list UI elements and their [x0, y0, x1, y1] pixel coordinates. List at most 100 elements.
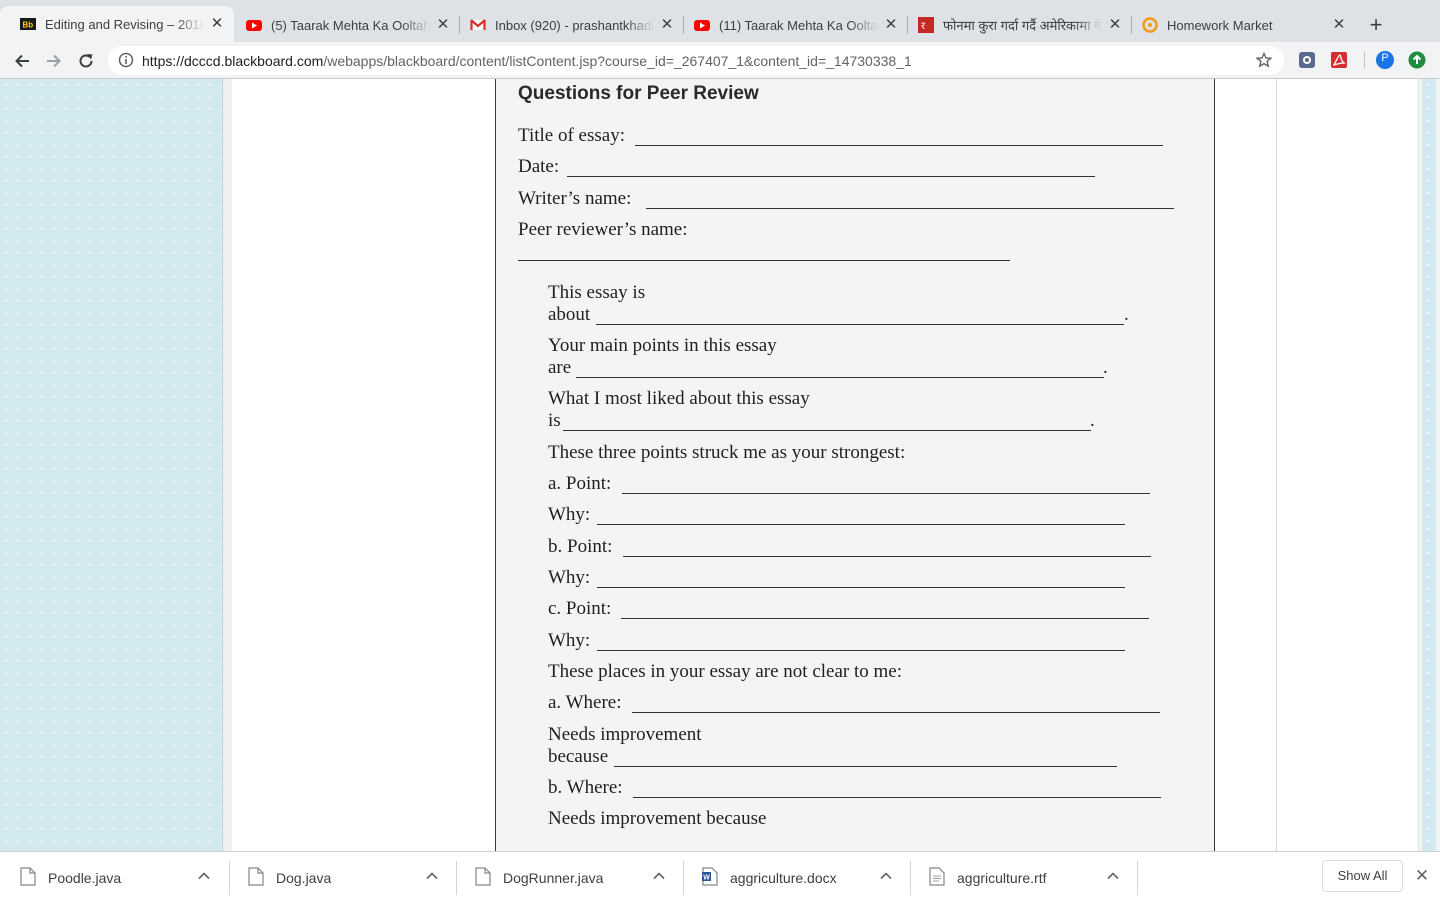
gmail-icon [470, 17, 486, 33]
back-button[interactable] [9, 48, 35, 74]
prompt-essay-about-line2: about [548, 304, 591, 325]
blank-line [646, 208, 1174, 209]
scrollbar[interactable] [1418, 79, 1440, 851]
period: . [1124, 304, 1129, 325]
field-writers-name: Writer’s name: [518, 188, 632, 209]
show-all-downloads-button[interactable]: Show All [1322, 860, 1403, 892]
address-bar[interactable]: https://dcccd.blackboard.com/webapps/bla… [108, 46, 1284, 75]
tab-title: (5) Taarak Mehta Ka Ooltah Chashmah [271, 17, 430, 33]
prompt-essay-about-line1: This essay is [548, 282, 646, 303]
tab-homework-market[interactable]: Homework Market ✕ [1122, 8, 1356, 42]
blank-line [614, 766, 1117, 767]
blank-line [635, 145, 1163, 146]
period: . [1103, 357, 1108, 378]
blank-line [597, 587, 1125, 588]
field-needs-improvement-a-line1: Needs improvement [548, 724, 702, 745]
field-why-a: Why: [548, 504, 591, 525]
tab-nepali-news[interactable]: र फोनमा कुरा गर्दा गर्दै अमेरिकामा नेपाल… [898, 8, 1132, 42]
forward-arrow-icon [47, 54, 61, 68]
field-where-a: a. Where: [548, 692, 622, 713]
content-left-edge [222, 79, 232, 851]
new-tab-button[interactable]: + [1362, 12, 1390, 40]
tab-taarak-mehta-1[interactable]: (5) Taarak Mehta Ka Ooltah Chashmah ✕ [226, 8, 460, 42]
reload-button[interactable] [73, 48, 99, 74]
adobe-acrobat-icon[interactable] [1330, 51, 1348, 69]
update-available-icon[interactable] [1408, 51, 1426, 69]
tab-title: Inbox (920) - prashantkhadka [495, 17, 654, 33]
page-viewport: Questions for Peer Review Title of essay… [0, 79, 1440, 851]
url-text[interactable]: https://dcccd.blackboard.com/webapps/bla… [142, 53, 912, 69]
download-shelf: Poodle.java Dog.java DogRunner.java W ag… [0, 851, 1440, 900]
download-item[interactable]: Dog.java [228, 852, 455, 900]
download-filename: Poodle.java [48, 870, 122, 886]
content-right-border [1276, 79, 1277, 851]
chevron-up-icon[interactable] [1105, 868, 1121, 884]
file-icon [20, 867, 36, 886]
file-icon [475, 867, 491, 886]
browser-toolbar: https://dcccd.blackboard.com/webapps/bla… [0, 42, 1440, 79]
tab-gmail-inbox[interactable]: Inbox (920) - prashantkhadka ✕ [450, 8, 684, 42]
file-icon [248, 867, 264, 886]
blank-line [621, 618, 1149, 619]
blank-line [597, 650, 1125, 651]
forward-button[interactable] [41, 48, 67, 74]
page-background-pattern [0, 79, 222, 851]
blank-line [633, 797, 1161, 798]
download-divider [1137, 861, 1138, 895]
chevron-up-icon[interactable] [424, 868, 440, 884]
download-item[interactable]: Poodle.java [0, 852, 227, 900]
chevron-up-icon[interactable] [651, 868, 667, 884]
download-filename: aggriculture.docx [730, 870, 837, 886]
field-point-c: c. Point: [548, 598, 612, 619]
field-point-b: b. Point: [548, 536, 613, 557]
svg-text:W: W [703, 875, 710, 882]
close-shelf-icon[interactable]: ✕ [1412, 866, 1432, 886]
download-filename: aggriculture.rtf [957, 870, 1047, 886]
field-peer-reviewers-name: Peer reviewer’s name: [518, 219, 688, 240]
tab-taarak-mehta-2[interactable]: (11) Taarak Mehta Ka Ooltah Chashmah ✕ [674, 8, 908, 42]
download-item[interactable]: DogRunner.java [455, 852, 682, 900]
tab-title: (11) Taarak Mehta Ka Ooltah Chashmah [719, 17, 878, 33]
close-tab-icon[interactable]: ✕ [1330, 16, 1348, 34]
prompt-main-points-line1: Your main points in this essay [548, 335, 777, 356]
chevron-up-icon[interactable] [196, 868, 212, 884]
blank-line [596, 324, 1124, 325]
extension-puzzle-icon[interactable] [1298, 51, 1316, 69]
tab-strip: Bb Editing and Revising – 2018F ✕ (5) Ta… [0, 0, 1440, 42]
field-title-of-essay: Title of essay: [518, 125, 625, 146]
prompt-main-points-line2: are [548, 357, 572, 378]
close-tab-icon[interactable]: ✕ [208, 15, 226, 33]
word-doc-icon: W [702, 867, 718, 886]
field-needs-improvement-b: Needs improvement because [548, 808, 767, 829]
field-date: Date: [518, 156, 560, 177]
homework-market-icon [1142, 17, 1158, 33]
download-item[interactable]: aggriculture.rtf [909, 852, 1136, 900]
bookmark-star-icon[interactable] [1255, 51, 1273, 73]
blank-line [623, 556, 1151, 557]
profile-avatar[interactable]: P [1376, 51, 1394, 69]
prompt-not-clear: These places in your essay are not clear… [548, 661, 902, 682]
blank-line [563, 430, 1091, 431]
field-why-c: Why: [548, 630, 591, 651]
chevron-up-icon[interactable] [878, 868, 894, 884]
blackboard-icon: Bb [20, 16, 36, 32]
download-item[interactable]: W aggriculture.docx [682, 852, 909, 900]
site-info-icon[interactable] [118, 52, 134, 73]
download-filename: DogRunner.java [503, 870, 604, 886]
youtube-icon [246, 17, 262, 33]
blank-line [567, 176, 1095, 177]
prompt-three-points: These three points struck me as your str… [548, 442, 906, 463]
blank-line [597, 524, 1125, 525]
news-icon: र [918, 17, 934, 33]
reload-icon [79, 54, 93, 68]
prompt-most-liked-line1: What I most liked about this essay [548, 388, 810, 409]
toolbar-divider [1364, 51, 1365, 69]
prompt-most-liked-line2: is [548, 410, 561, 431]
peer-review-worksheet-image: Questions for Peer Review Title of essay… [495, 79, 1215, 851]
tab-editing-and-revising[interactable]: Bb Editing and Revising – 2018F ✕ [0, 6, 234, 42]
blank-line [518, 260, 1010, 261]
field-where-b: b. Where: [548, 777, 623, 798]
period: . [1090, 410, 1095, 431]
youtube-icon [694, 17, 710, 33]
svg-text:Bb: Bb [23, 21, 34, 30]
